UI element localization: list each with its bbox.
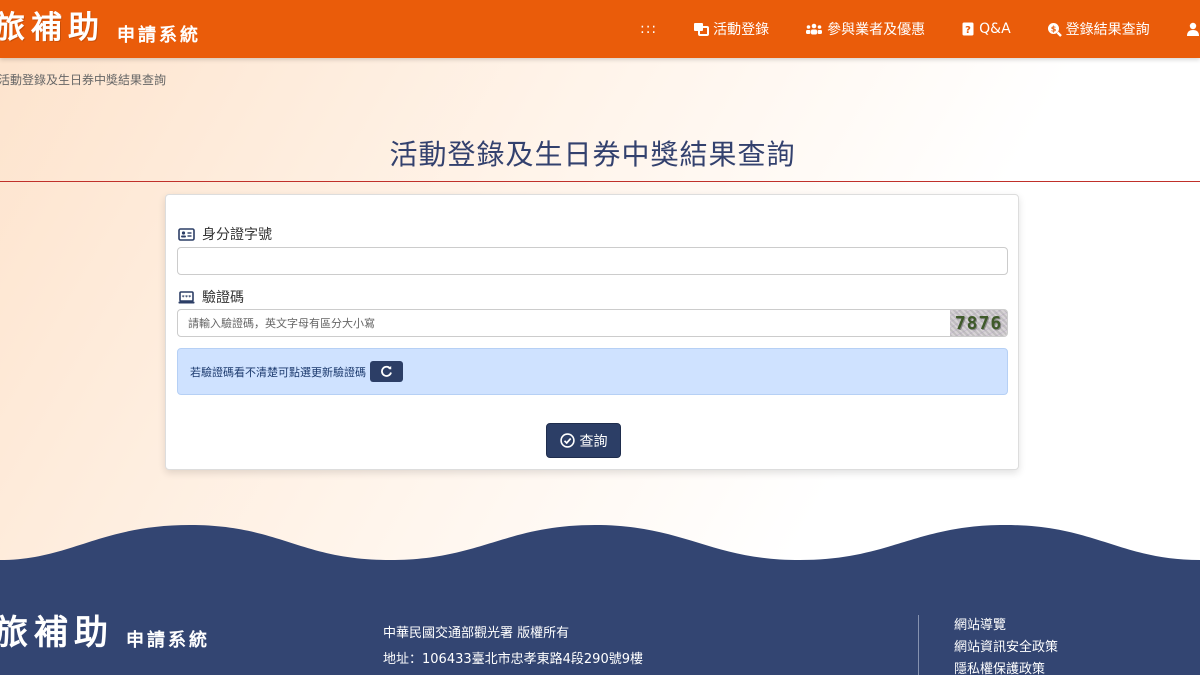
footer-logo-sub: 申請系統 xyxy=(126,630,210,651)
user-icon xyxy=(1186,22,1199,36)
main-nav: ::: 活動登錄 參與業者及優惠 ? Q&A $ 登錄結果查詢 xyxy=(640,0,1200,58)
search-icon: $ xyxy=(1047,22,1062,37)
nav-login[interactable]: 登 xyxy=(1186,19,1200,39)
check-circle-icon xyxy=(559,433,575,448)
captcha-group: 7876 xyxy=(177,309,1008,337)
footer-link-sitemap[interactable]: 網站導覽 xyxy=(954,615,1058,637)
copy-icon xyxy=(694,23,710,36)
logo-main-text: 旅補助 xyxy=(0,10,105,46)
refresh-captcha-button[interactable] xyxy=(370,361,403,382)
nav-label: 活動登錄 xyxy=(713,22,770,38)
captcha-image: 7876 xyxy=(950,310,1007,336)
nav-label: 登錄結果查詢 xyxy=(1065,22,1150,38)
footer-info: 中華民國交通部觀光署 版權所有 地址：106433臺北市忠孝東路4段290號9樓 xyxy=(383,621,643,673)
id-label-text: 身分證字號 xyxy=(202,227,272,243)
footer-link-privacy-policy[interactable]: 隱私權保護政策 xyxy=(954,659,1058,675)
alert-text: 若驗證碼看不清楚可點選更新驗證碼 xyxy=(190,365,366,379)
id-number-input[interactable] xyxy=(177,247,1008,275)
breadcrumb: 活動登錄及生日券中獎結果查詢 xyxy=(0,73,167,87)
captcha-label-text: 驗證碼 xyxy=(202,290,244,306)
nav-label: 參與業者及優惠 xyxy=(827,22,926,38)
id-card-icon xyxy=(178,227,195,241)
id-number-label: 身分證字號 xyxy=(178,224,272,244)
top-header: 旅補助 申請系統 ::: 活動登錄 參與業者及優惠 ? Q&A $ 登錄結果查詢 xyxy=(0,0,1200,58)
site-logo[interactable]: 旅補助 申請系統 xyxy=(0,8,201,48)
captcha-refresh-alert: 若驗證碼看不清楚可點選更新驗證碼 xyxy=(177,348,1008,395)
nav-label: Q&A xyxy=(979,21,1011,37)
keyboard-icon: *** xyxy=(178,290,195,303)
captcha-input[interactable] xyxy=(178,310,951,336)
footer-divider xyxy=(918,615,919,675)
footer-logo-main: 旅補助 xyxy=(0,613,114,653)
nav-activity-register[interactable]: 活動登錄 xyxy=(693,19,769,39)
refresh-icon xyxy=(381,365,392,377)
svg-text:?: ? xyxy=(965,25,971,36)
footer-copyright: 中華民國交通部觀光署 版權所有 xyxy=(383,626,570,641)
title-divider xyxy=(0,181,1200,182)
page-title: 活動登錄及生日券中獎結果查詢 xyxy=(389,138,796,171)
footer-logo[interactable]: 旅補助 申請系統 xyxy=(0,612,210,654)
footer-links: 網站導覽 網站資訊安全政策 隱私權保護政策 xyxy=(954,615,1058,675)
query-form-card: 身分證字號 *** 驗證碼 7876 若驗證碼看不清楚可點選更新驗證碼 查詢 xyxy=(165,194,1019,470)
question-icon: ? xyxy=(962,22,974,36)
accessibility-anchor[interactable]: ::: xyxy=(640,21,657,37)
submit-query-button[interactable]: 查詢 xyxy=(546,423,621,458)
nav-qa[interactable]: ? Q&A xyxy=(961,21,1011,37)
logo-sub-text: 申請系統 xyxy=(117,25,201,46)
nav-result-query[interactable]: $ 登錄結果查詢 xyxy=(1047,19,1150,39)
submit-label: 查詢 xyxy=(579,433,608,450)
users-icon xyxy=(806,23,823,35)
nav-vendors-offers[interactable]: 參與業者及優惠 xyxy=(805,19,925,39)
footer-link-security-policy[interactable]: 網站資訊安全政策 xyxy=(954,637,1058,659)
captcha-label: *** 驗證碼 xyxy=(178,287,244,307)
footer-address: 地址：106433臺北市忠孝東路4段290號9樓 xyxy=(383,652,643,667)
svg-text:***: *** xyxy=(182,295,192,301)
svg-text:$: $ xyxy=(1050,24,1056,33)
